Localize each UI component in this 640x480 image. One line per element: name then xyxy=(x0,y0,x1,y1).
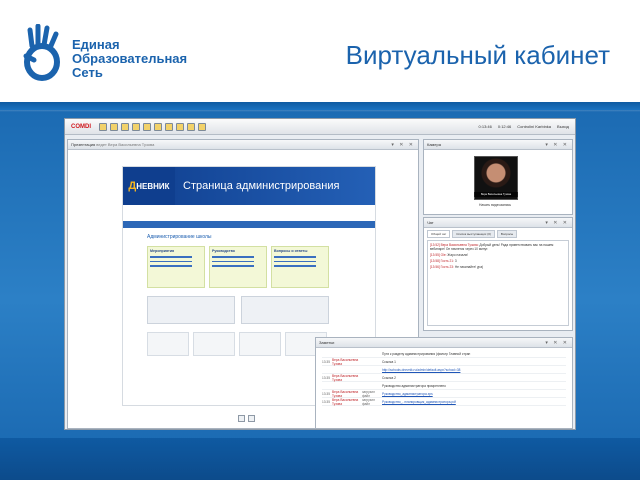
doc-column xyxy=(193,332,235,356)
doc-banner-title: Страница администрирования xyxy=(183,180,340,192)
toolbar-icon-8[interactable] xyxy=(176,122,184,131)
note-link[interactable]: Руководство_администратора.xps xyxy=(382,392,433,396)
zoom-in-icon[interactable] xyxy=(238,415,245,422)
note-row: 13:35 Вера Васильевна Тузова Ссылка 1 xyxy=(322,358,566,366)
comdi-logo: COMDI xyxy=(71,123,91,130)
header-band xyxy=(0,102,640,110)
panel-controls-icon[interactable]: ▾ ✕ ✕ xyxy=(545,140,569,149)
zoom-out-icon[interactable] xyxy=(248,415,255,422)
slide: Единая Образовательная Сеть Виртуальный … xyxy=(0,0,640,480)
chat-message: [13:52] Вера Васильевна Тузова: Добрый д… xyxy=(430,243,554,251)
toolbar-icon-1[interactable] xyxy=(99,122,107,131)
toolbar-icon-5[interactable] xyxy=(143,122,151,131)
doc-box xyxy=(147,296,235,324)
toolbar-icon-2[interactable] xyxy=(110,122,118,131)
toolbar-icon-9[interactable] xyxy=(187,122,195,131)
footer-band xyxy=(0,438,640,480)
notes-header: Заметки xyxy=(319,340,335,345)
chat-message: [13:58] Гость 21: 3 xyxy=(430,259,457,263)
doc-column xyxy=(239,332,281,356)
note-row: 13:35 Вера Васильевна Тузова Ссылка 2 xyxy=(322,374,566,382)
chat-message: [13:56] Гость 23: Не начинайте! ура) xyxy=(430,265,484,269)
toolbar-icon-4[interactable] xyxy=(132,122,140,131)
slide-header: Единая Образовательная Сеть Виртуальный … xyxy=(0,0,640,104)
camera-name-tag: Вера Васильевна Тузова xyxy=(474,192,518,197)
hand-logo-icon xyxy=(22,23,66,82)
presentation-header: Презентация xyxy=(71,142,96,147)
doc-banner: Д НЕВНИК Страница администрирования xyxy=(123,167,375,205)
chat-message: [13:55] Ole: Жаро начали! xyxy=(430,253,468,257)
brand-line-3: Сеть xyxy=(72,65,103,80)
note-row: 13:35 Вера Васильевна Тузова загрузил файл… xyxy=(322,398,566,406)
toolbar-icon-3[interactable] xyxy=(121,122,129,131)
virtual-classroom-window: COMDI 0:13:46 0:12:46 Сontrolini Karbink… xyxy=(64,118,576,430)
doc-nav-bar xyxy=(123,221,375,228)
tab-questions[interactable]: Вопросы xyxy=(496,230,518,238)
toolbar-icon-7[interactable] xyxy=(165,122,173,131)
start-recording-button[interactable]: Начать видеозапись xyxy=(479,203,511,207)
timer-2: 0:12:46 xyxy=(497,124,512,129)
camera-panel: Камера ▾ ✕ ✕ Вера Васильевна Тузова Начат… xyxy=(423,139,573,215)
panel-controls-icon[interactable]: ▾ ✕ ✕ xyxy=(391,140,415,149)
brand-logo: Единая Образовательная Сеть xyxy=(22,23,188,82)
doc-column xyxy=(147,332,189,356)
slide-title: Виртуальный кабинет xyxy=(345,40,610,70)
doc-card: Вопросы и ответы xyxy=(271,246,329,288)
exit-link[interactable]: Выход xyxy=(557,124,569,129)
camera-header: Камера xyxy=(427,142,441,147)
timer-1: 0:13:46 xyxy=(478,124,492,129)
chat-header: Чат xyxy=(427,220,434,225)
doc-card: Руководство xyxy=(209,246,267,288)
note-link[interactable]: Руководство_- планировщик_администратора… xyxy=(382,400,456,404)
toolbar-icon-6[interactable] xyxy=(154,122,162,131)
chat-messages: [13:52] Вера Васильевна Тузова: Добрый д… xyxy=(427,240,569,326)
note-link[interactable]: http://schools.dnevnik.ru/admin/default.… xyxy=(382,368,460,372)
presentation-subheader: ведет Вера Васильевна Тузова xyxy=(96,142,155,147)
tab-speakers[interactable]: Список выступающих (0) xyxy=(452,230,495,238)
panel-controls-icon[interactable]: ▾ ✕ ✕ xyxy=(545,218,569,227)
zoom-controls xyxy=(238,415,255,422)
toolbar-icon-10[interactable] xyxy=(198,122,206,131)
notes-panel: Заметки ▾ ✕ ✕ Пути к разделу администриро… xyxy=(315,337,573,429)
doc-heading: Администрирование школы xyxy=(147,234,212,240)
chat-panel: Чат ▾ ✕ ✕ Общий чат Список выступающих (0… xyxy=(423,217,573,331)
brand-line-2: Образовательная xyxy=(72,51,188,66)
brand-line-1: Единая xyxy=(72,37,120,52)
doc-card: Мероприятия xyxy=(147,246,205,288)
user-name: Сontrolini Karbinka xyxy=(517,124,552,129)
panel-controls-icon[interactable]: ▾ ✕ ✕ xyxy=(545,338,569,347)
dnevnik-logo: Д НЕВНИК xyxy=(123,167,175,205)
doc-box xyxy=(241,296,329,324)
tab-general-chat[interactable]: Общий чат xyxy=(427,230,451,238)
toolbar: COMDI 0:13:46 0:12:46 Сontrolini Karbink… xyxy=(65,119,575,135)
